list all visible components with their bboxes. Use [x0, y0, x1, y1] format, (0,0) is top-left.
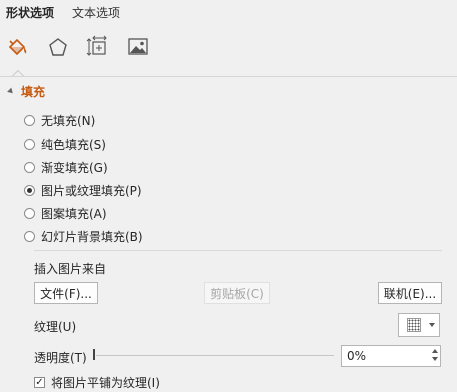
tile-picture-checkbox-row[interactable]: ✓ 将图片平铺为纹理(I) — [34, 374, 160, 391]
tab-text-options[interactable]: 文本选项 — [72, 4, 120, 21]
radio-label: 无填充(N) — [41, 114, 96, 128]
transparency-spinbox[interactable]: 0% — [341, 345, 441, 367]
transparency-value[interactable]: 0% — [347, 349, 366, 363]
spin-up-icon[interactable] — [432, 349, 438, 353]
texture-swatch-icon — [407, 318, 421, 332]
radio-pattern-fill[interactable]: 图案填充(A) — [24, 205, 107, 222]
transparency-slider-thumb[interactable] — [93, 349, 95, 360]
radio-button[interactable] — [24, 208, 35, 219]
radio-label: 纯色填充(S) — [41, 138, 106, 152]
clipboard-button[interactable]: 剪贴板(C) — [204, 282, 270, 304]
radio-label: 图片或纹理填充(P) — [41, 184, 142, 198]
chevron-down-icon — [429, 323, 435, 327]
radio-button[interactable] — [24, 231, 35, 242]
transparency-label: 透明度(T) — [34, 351, 87, 365]
texture-label: 纹理(U) — [34, 320, 77, 334]
radio-label: 幻灯片背景填充(B) — [41, 230, 143, 244]
checkbox[interactable]: ✓ — [34, 377, 45, 388]
tile-picture-label: 将图片平铺为纹理(I) — [51, 376, 160, 390]
file-button[interactable]: 文件(F)... — [34, 282, 98, 304]
header-divider — [0, 76, 457, 77]
picture-icon[interactable] — [124, 33, 152, 61]
size-properties-icon[interactable] — [84, 33, 112, 61]
insert-picture-label: 插入图片来自 — [34, 262, 107, 276]
tab-shape-options[interactable]: 形状选项 — [6, 4, 54, 21]
fill-line-icon[interactable] — [4, 33, 32, 61]
radio-button[interactable] — [24, 115, 35, 126]
collapse-triangle-icon — [7, 87, 15, 96]
radio-label: 图案填充(A) — [41, 207, 107, 221]
radio-solid-fill[interactable]: 纯色填充(S) — [24, 136, 106, 153]
radio-button[interactable] — [24, 139, 35, 150]
section-divider — [34, 250, 442, 251]
radio-gradient-fill[interactable]: 渐变填充(G) — [24, 159, 108, 176]
radio-label: 渐变填充(G) — [41, 161, 108, 175]
radio-button[interactable] — [24, 162, 35, 173]
radio-picture-texture-fill[interactable]: 图片或纹理填充(P) — [24, 182, 142, 199]
transparency-slider-track[interactable] — [96, 355, 334, 356]
online-button[interactable]: 联机(E)... — [378, 282, 442, 304]
texture-dropdown[interactable] — [398, 313, 440, 337]
radio-no-fill[interactable]: 无填充(N) — [24, 112, 95, 129]
fill-section-title: 填充 — [21, 85, 46, 99]
fill-section-header[interactable]: 填充 — [7, 83, 46, 100]
effects-pentagon-icon[interactable] — [44, 33, 72, 61]
spin-down-icon[interactable] — [432, 357, 438, 361]
radio-button-checked[interactable] — [24, 185, 35, 196]
radio-slide-background-fill[interactable]: 幻灯片背景填充(B) — [24, 228, 143, 245]
